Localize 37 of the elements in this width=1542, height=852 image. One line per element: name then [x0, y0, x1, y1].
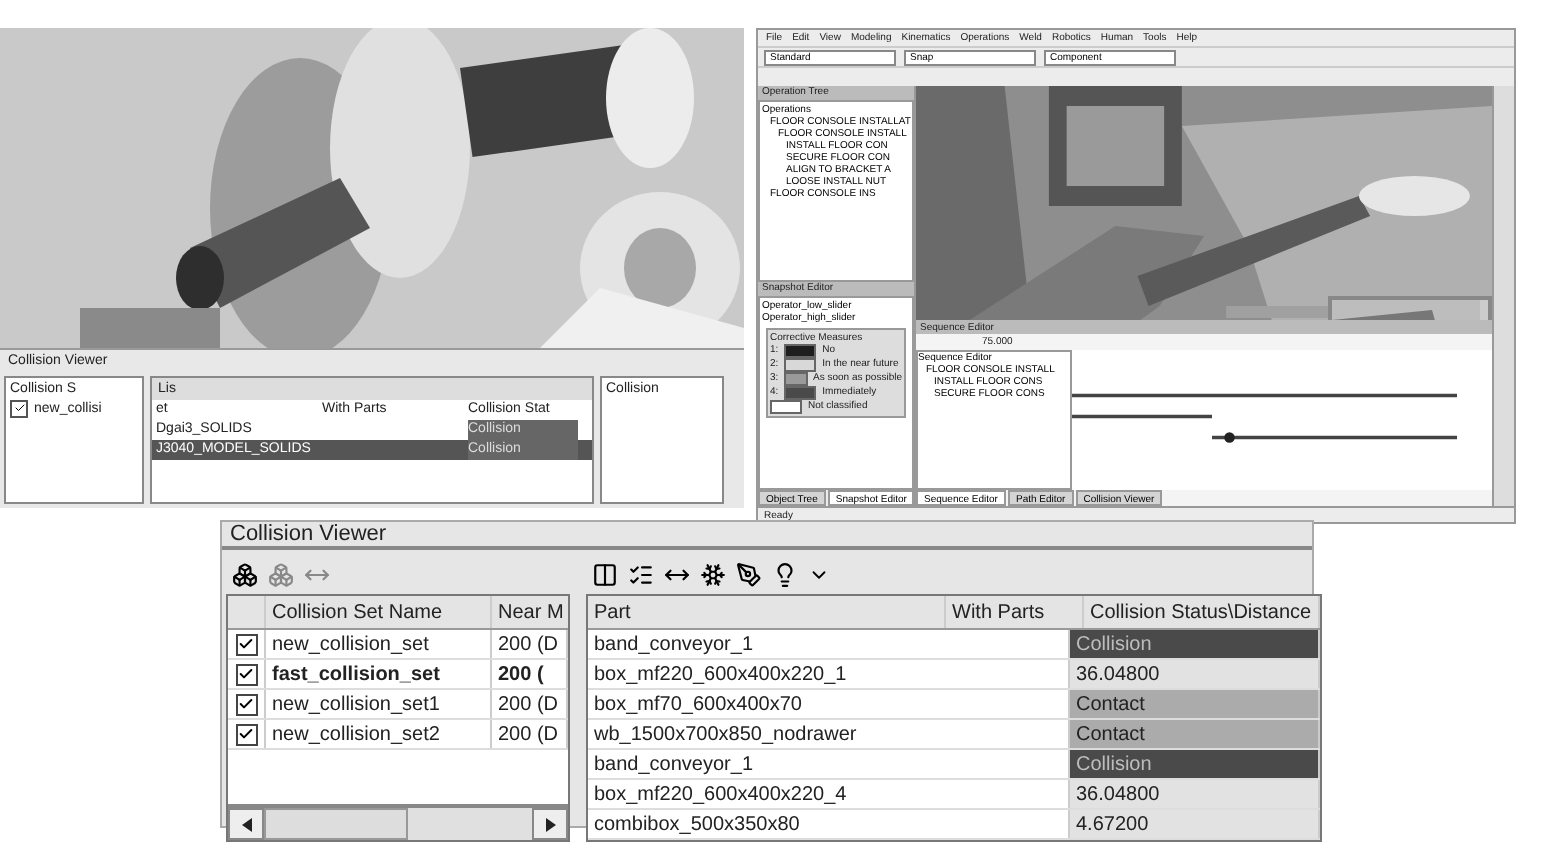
right-triangle-icon: [545, 817, 555, 831]
set-name: new_collision_set2: [266, 720, 492, 748]
panel-title: Collision Viewer: [230, 522, 387, 546]
set-name: new_collision_set: [266, 630, 492, 658]
status-cell: Collision: [1070, 630, 1320, 658]
left-triangle-icon: [241, 817, 251, 831]
bulb-icon[interactable]: [772, 561, 798, 587]
columns-icon[interactable]: [592, 561, 618, 587]
status-cell: 36.04800: [1070, 660, 1320, 688]
status-cell: 36.04800: [1070, 780, 1320, 808]
scroll-right-button[interactable]: [532, 808, 568, 840]
near-miss-cell: 200 (D: [492, 630, 568, 658]
checkbox[interactable]: [235, 723, 257, 745]
set-name: fast_collision_set: [266, 660, 492, 688]
column-header: Collision Status\Distance: [1084, 596, 1320, 628]
near-miss-cell: 200 (D: [492, 720, 568, 748]
snowflake-icon[interactable]: [700, 561, 726, 587]
checkbox[interactable]: [10, 399, 28, 417]
checkbox[interactable]: [235, 663, 257, 685]
near-miss-cell: 200 (: [492, 660, 568, 688]
scroll-left-button[interactable]: [228, 808, 264, 840]
set-name: new_collision_set1: [266, 690, 492, 718]
scrollbar-thumb[interactable]: [264, 808, 408, 840]
column-header: Part: [588, 596, 946, 628]
near-miss-cell: 200 (D: [492, 690, 568, 718]
pen-icon[interactable]: [736, 561, 762, 587]
status-cell: Contact: [1070, 690, 1320, 718]
column-header: Collision Set Name: [266, 596, 492, 628]
status-cell: Collision: [1070, 750, 1320, 778]
status-cell: 4.67200: [1070, 810, 1320, 838]
boxes-icon[interactable]: [232, 561, 258, 587]
list-icon[interactable]: [628, 561, 654, 587]
column-header: With Parts: [946, 596, 1084, 628]
checkbox[interactable]: [235, 693, 257, 715]
column-header: Near M: [492, 596, 568, 628]
checkbox[interactable]: [235, 633, 257, 655]
status-cell: Contact: [1070, 720, 1320, 748]
